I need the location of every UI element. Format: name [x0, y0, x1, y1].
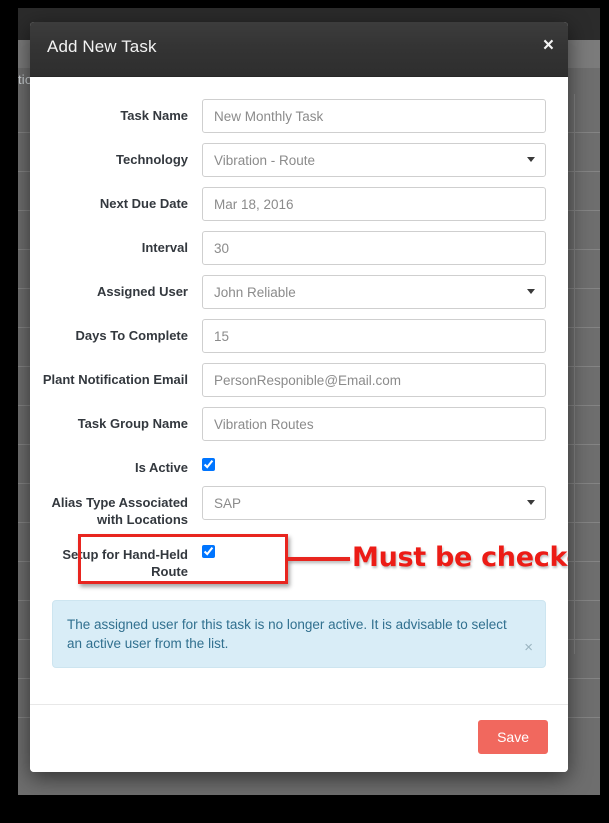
- plant-notification-email-input[interactable]: [202, 363, 546, 397]
- form-row-plant-notification-email: Plant Notification Email: [30, 363, 568, 397]
- assigned-user-select[interactable]: [202, 275, 546, 309]
- form-row-is-active: Is Active: [30, 451, 568, 476]
- technology-select[interactable]: [202, 143, 546, 177]
- control-wrap-interval: [202, 231, 546, 265]
- label-next-due-date: Next Due Date: [99, 196, 188, 211]
- control-wrap-plant-notification-email: [202, 363, 546, 397]
- form-row-alias-type: Alias Type Associated with Locations: [30, 486, 568, 528]
- modal-header: Add New Task ×: [30, 22, 568, 77]
- alert-wrap: The assigned user for this task is no lo…: [30, 592, 568, 668]
- label-alias-type: Alias Type Associated with Locations: [51, 495, 188, 527]
- task-name-input[interactable]: [202, 99, 546, 133]
- control-wrap-days-to-complete: [202, 319, 546, 353]
- interval-input[interactable]: [202, 231, 546, 265]
- next-due-date-input[interactable]: [202, 187, 546, 221]
- label-setup-hand-held-route: Setup for Hand-Held Route: [62, 547, 188, 579]
- task-group-name-input[interactable]: [202, 407, 546, 441]
- annotation-label: Must be checked: [352, 542, 568, 573]
- table-column-divider: [574, 94, 575, 654]
- add-new-task-modal: Add New Task × Task Name Technology: [30, 22, 568, 772]
- modal-title: Add New Task: [47, 37, 157, 56]
- label-task-group-name: Task Group Name: [77, 416, 188, 431]
- form-row-task-name: Task Name: [30, 99, 568, 133]
- form-row-technology: Technology: [30, 143, 568, 177]
- save-button[interactable]: Save: [478, 720, 548, 754]
- label-technology: Technology: [116, 152, 188, 167]
- close-icon[interactable]: ×: [543, 36, 554, 55]
- form-row-interval: Interval: [30, 231, 568, 265]
- alert-close-icon[interactable]: ×: [524, 640, 533, 655]
- form-row-days-to-complete: Days To Complete: [30, 319, 568, 353]
- form-row-setup-hand-held-route: Setup for Hand-Held Route Must be checke…: [30, 534, 568, 584]
- control-wrap-technology: [202, 143, 546, 177]
- days-to-complete-input[interactable]: [202, 319, 546, 353]
- control-wrap-task-group-name: [202, 407, 546, 441]
- is-active-checkbox[interactable]: [202, 458, 215, 471]
- control-wrap-is-active: [202, 451, 546, 476]
- inactive-user-alert: The assigned user for this task is no lo…: [52, 600, 546, 668]
- label-interval: Interval: [141, 240, 188, 255]
- control-wrap-assigned-user: [202, 275, 546, 309]
- form-row-task-group-name: Task Group Name: [30, 407, 568, 441]
- control-wrap-task-name: [202, 99, 546, 133]
- form-row-next-due-date: Next Due Date: [30, 187, 568, 221]
- label-is-active: Is Active: [135, 460, 188, 475]
- modal-footer: Save: [30, 704, 568, 772]
- screenshot-frame: tion Add New Task × Task Name New Monthl…: [0, 0, 609, 823]
- control-wrap-alias-type: [202, 486, 546, 520]
- control-wrap-next-due-date: [202, 187, 546, 221]
- alert-message: The assigned user for this task is no lo…: [67, 617, 507, 651]
- label-task-name: Task Name: [120, 108, 188, 123]
- setup-hand-held-route-checkbox[interactable]: [202, 545, 215, 558]
- label-assigned-user: Assigned User: [96, 284, 188, 299]
- label-days-to-complete: Days To Complete: [75, 328, 188, 343]
- label-plant-notification-email: Plant Notification Email: [42, 372, 188, 387]
- form-row-assigned-user: Assigned User: [30, 275, 568, 309]
- modal-body: Task Name Technology Next Due Date: [30, 77, 568, 676]
- alias-type-select[interactable]: [202, 486, 546, 520]
